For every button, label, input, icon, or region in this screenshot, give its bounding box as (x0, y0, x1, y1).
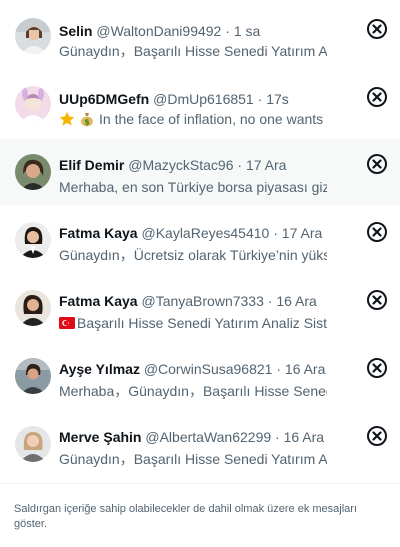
avatar[interactable] (15, 358, 51, 394)
avatar-image (15, 222, 51, 258)
notification-header: Selin @WaltonDani99492 · 1 sa (59, 22, 350, 40)
avatar[interactable] (15, 86, 51, 122)
notification-row[interactable]: Merve Şahin @AlbertaWan62299 · 16 Ara Gü… (0, 410, 400, 478)
turkey-flag-icon (59, 315, 75, 329)
display-name[interactable]: Merve Şahin (59, 429, 141, 445)
money-bag-icon: $ (79, 111, 95, 127)
svg-text:$: $ (84, 118, 90, 127)
timestamp: 17 Ara (245, 157, 287, 173)
separator: · (267, 293, 273, 309)
close-icon[interactable] (366, 289, 388, 311)
avatar-image (15, 154, 51, 190)
separator: · (276, 361, 282, 377)
message-text: In the face of inflation, no one wants t… (99, 111, 327, 127)
message-text: Başarılı Hisse Senedi Yatırım Analiz Sis… (77, 315, 327, 331)
user-handle[interactable]: @DmUp616851 (153, 91, 254, 107)
avatar-image (15, 426, 51, 462)
notification-header: Elif Demir @MazyckStac96 · 17 Ara (59, 156, 350, 174)
timestamp: 17 Ara (281, 225, 323, 241)
close-icon[interactable] (366, 425, 388, 447)
notification-header: Fatma Kaya @KaylaReyes45410 · 17 Ara (59, 224, 350, 242)
separator: · (257, 91, 263, 107)
display-name[interactable]: UUp6DMGefn (59, 91, 149, 107)
close-icon[interactable] (366, 153, 388, 175)
notification-header: Ayşe Yılmaz @CorwinSusa96821 · 16 Ara (59, 360, 350, 378)
close-icon[interactable] (366, 18, 388, 40)
notification-header: UUp6DMGefn @DmUp616851 · 17s (59, 90, 350, 108)
user-handle[interactable]: @KaylaReyes45410 (141, 225, 269, 241)
user-handle[interactable]: @AlbertaWan62299 (145, 429, 271, 445)
avatar-image (15, 358, 51, 394)
display-name[interactable]: Selin (59, 23, 92, 39)
message-preview: Günaydın，Ücretsiz olarak Türkiye’nin yük… (59, 247, 327, 263)
user-handle[interactable]: @TanyaBrown7333 (141, 293, 263, 309)
close-icon[interactable] (366, 86, 388, 108)
timestamp: 16 Ara (283, 429, 325, 445)
display-name[interactable]: Ayşe Yılmaz (59, 361, 140, 377)
timestamp: 17s (266, 91, 289, 107)
notification-panel: Selin @WaltonDani99492 · 1 sa Günaydın，B… (0, 0, 400, 547)
notification-row[interactable]: Elif Demir @MazyckStac96 · 17 Ara Merhab… (0, 138, 400, 206)
avatar[interactable] (15, 154, 51, 190)
divider (0, 483, 400, 484)
avatar[interactable] (15, 290, 51, 326)
display-name[interactable]: Elif Demir (59, 157, 124, 173)
avatar-image (15, 86, 51, 122)
display-name[interactable]: Fatma Kaya (59, 225, 138, 241)
timestamp: 1 sa (233, 23, 261, 39)
message-preview: Günaydın，Başarılı Hisse Senedi Yatırım A… (59, 451, 327, 467)
message-preview: Başarılı Hisse Senedi Yatırım Analiz Sis… (59, 314, 327, 332)
notification-row[interactable]: Selin @WaltonDani99492 · 1 sa Günaydın，B… (0, 2, 400, 70)
star-icon (59, 111, 75, 127)
notification-header: Merve Şahin @AlbertaWan62299 · 16 Ara (59, 428, 350, 446)
separator: · (225, 23, 230, 39)
message-preview: Merhaba, en son Türkiye borsa piyasası g… (59, 179, 327, 195)
separator: · (275, 429, 280, 445)
separator: · (237, 157, 243, 173)
avatar[interactable] (15, 18, 51, 54)
close-icon[interactable] (366, 357, 388, 379)
timestamp: 16 Ara (284, 361, 326, 377)
user-handle[interactable]: @WaltonDani99492 (96, 23, 221, 39)
user-handle[interactable]: @MazyckStac96 (128, 157, 233, 173)
avatar-image (15, 18, 51, 54)
user-handle[interactable]: @CorwinSusa96821 (144, 361, 273, 377)
display-name[interactable]: Fatma Kaya (59, 293, 138, 309)
timestamp: 16 Ara (276, 293, 317, 309)
notification-row[interactable]: Fatma Kaya @KaylaReyes45410 · 17 Ara Gün… (0, 206, 400, 274)
notification-row[interactable]: Fatma Kaya @TanyaBrown7333 · 16 Ara Başa… (0, 274, 400, 342)
show-additional-messages-link[interactable]: Saldırgan içeriğe sahip olabilecekler de… (14, 502, 384, 532)
separator: · (273, 225, 278, 241)
message-preview: $ In the face of inflation, no one wants… (59, 110, 327, 128)
avatar[interactable] (15, 426, 51, 462)
notification-header: Fatma Kaya @TanyaBrown7333 · 16 Ara (59, 292, 350, 310)
message-preview: Günaydın，Başarılı Hisse Senedi Yatırım A… (59, 43, 327, 59)
notification-row[interactable]: UUp6DMGefn @DmUp616851 · 17s $ In the fa… (0, 70, 400, 138)
avatar-image (15, 290, 51, 326)
avatar[interactable] (15, 222, 51, 258)
message-preview: Merhaba，Günaydın，Başarılı Hisse Senedi Y… (59, 383, 327, 399)
close-icon[interactable] (366, 221, 388, 243)
notification-row[interactable]: Ayşe Yılmaz @CorwinSusa96821 · 16 Ara Me… (0, 342, 400, 410)
